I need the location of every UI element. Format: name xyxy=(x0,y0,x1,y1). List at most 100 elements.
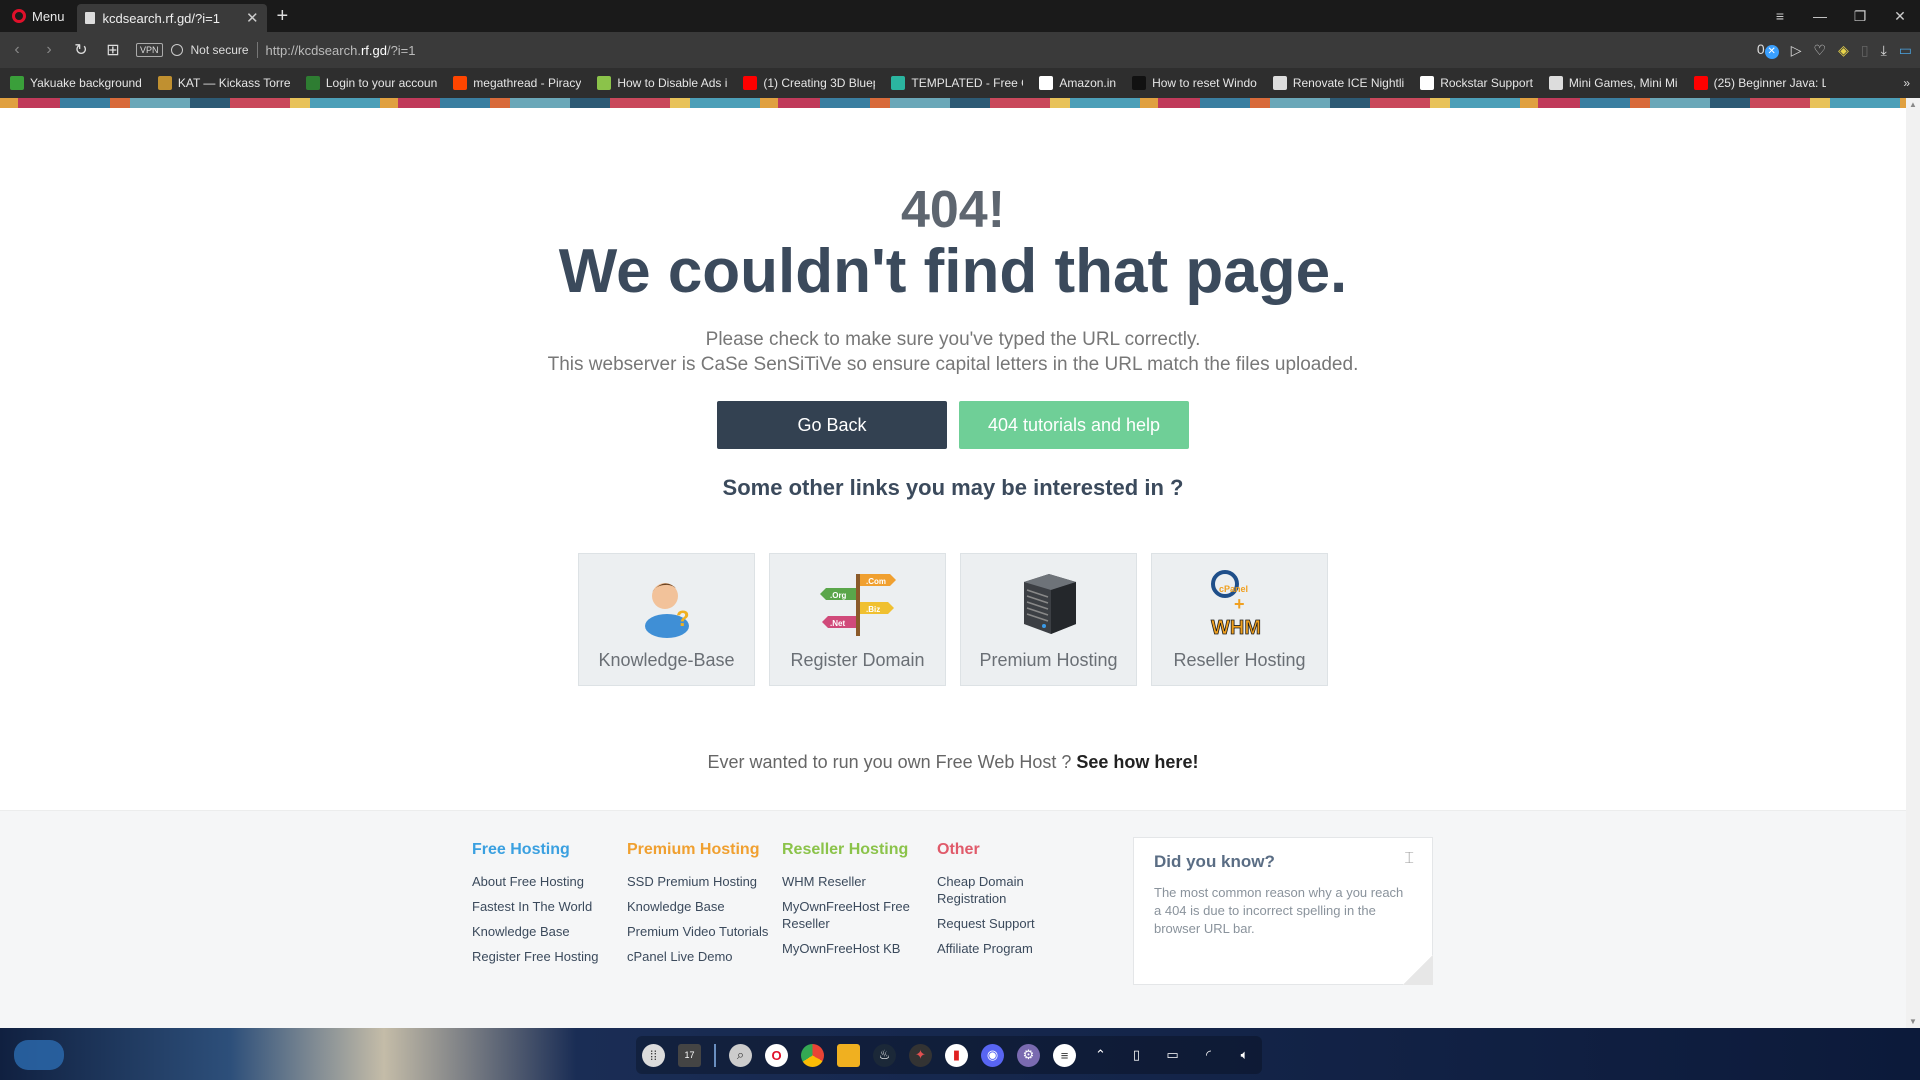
footer-link[interactable]: Request Support xyxy=(937,915,1057,932)
card-reseller-hosting[interactable]: cPanel + WHM Reseller Hosting xyxy=(1151,553,1328,687)
footer-link[interactable]: MyOwnFreeHost Free Reseller xyxy=(782,898,922,932)
footer-link[interactable]: Knowledge Base xyxy=(627,898,777,915)
apps-grid-icon[interactable]: ⁞⁞ xyxy=(642,1043,665,1067)
close-window-button[interactable]: ✕ xyxy=(1880,8,1920,25)
url-text[interactable]: http://kcdsearch.rf.gd/?i=1 xyxy=(266,43,416,58)
url-field[interactable]: VPN Not secure http://kcdsearch.rf.gd/?i… xyxy=(136,37,1743,63)
opera-icon[interactable]: O xyxy=(765,1043,788,1067)
footer-link[interactable]: Knowledge Base xyxy=(472,923,622,940)
svg-text:+: + xyxy=(1234,594,1245,614)
download-icon[interactable]: ⤓ xyxy=(1881,42,1887,59)
bookmark-favicon-icon xyxy=(453,76,468,90)
card-knowledge-base[interactable]: ? Knowledge-Base xyxy=(578,553,755,687)
security-status[interactable]: Not secure xyxy=(191,43,249,57)
footer-link[interactable]: SSD Premium Hosting xyxy=(627,873,777,890)
wifi-icon[interactable]: ◜ xyxy=(1197,1044,1220,1067)
tutorials-button[interactable]: 404 tutorials and help xyxy=(959,401,1189,450)
battery-saver-icon[interactable]: ▯ xyxy=(1125,1044,1148,1067)
back-icon[interactable]: ‹ xyxy=(8,41,26,59)
tab-menu-icon[interactable]: ≡ xyxy=(1760,8,1800,24)
scroll-up-icon[interactable]: ▲ xyxy=(1909,100,1917,109)
extension-2-icon[interactable]: ▯ xyxy=(1861,42,1869,59)
footer-link[interactable]: Premium Video Tutorials xyxy=(627,923,777,940)
footer-link[interactable]: About Free Hosting xyxy=(472,873,622,890)
footer-link[interactable]: Cheap Domain Registration xyxy=(937,873,1057,907)
forward-icon[interactable]: › xyxy=(40,41,58,59)
footer-link[interactable]: Affiliate Program xyxy=(937,940,1057,957)
search-icon[interactable]: ⌕ xyxy=(729,1043,752,1067)
bookmark-favicon-icon xyxy=(157,76,172,90)
reload-icon[interactable]: ↻ xyxy=(72,40,90,60)
games-icon[interactable]: ✦ xyxy=(909,1043,932,1067)
footer-link[interactable]: Fastest In The World xyxy=(472,898,622,915)
battery-icon[interactable]: ▭ xyxy=(1161,1044,1184,1067)
opera-menu-button[interactable]: Menu xyxy=(0,0,77,32)
bookmark-favicon-icon xyxy=(597,76,612,90)
bookmark-item[interactable]: Amazon.in xyxy=(1039,76,1116,90)
bookmark-item[interactable]: KAT — Kickass Torren xyxy=(157,76,290,90)
send-icon[interactable]: ▷ xyxy=(1791,42,1802,59)
vpn-badge[interactable]: VPN xyxy=(136,43,163,57)
heart-icon[interactable]: ♡ xyxy=(1814,42,1827,59)
volume-icon[interactable]: 🔈︎ xyxy=(1233,1044,1256,1067)
footer: Free Hosting About Free Hosting Fastest … xyxy=(0,810,1906,1028)
battery-extension-icon[interactable]: ▭ xyxy=(1899,42,1912,59)
minimize-button[interactable]: — xyxy=(1800,8,1840,24)
card-register-domain[interactable]: .Com .Org .Biz .Net Register Domain xyxy=(769,553,946,687)
footer-link[interactable]: MyOwnFreeHost KB xyxy=(782,940,922,957)
card-premium-hosting[interactable]: Premium Hosting xyxy=(960,553,1137,687)
bookmark-item[interactable]: Login to your accoun xyxy=(305,76,437,90)
bookmark-favicon-icon xyxy=(1693,76,1708,90)
chrome-icon[interactable] xyxy=(801,1043,824,1067)
bookmark-item[interactable]: Yakuake background xyxy=(10,76,142,90)
notes-icon[interactable]: ≡ xyxy=(1053,1043,1076,1067)
bookmark-item[interactable]: (1) Creating 3D Bluep xyxy=(743,76,875,90)
bookmark-favicon-icon xyxy=(10,76,24,90)
tray-up-icon[interactable]: ⌃ xyxy=(1089,1044,1112,1067)
see-how-link[interactable]: See how here! xyxy=(1076,752,1198,772)
card-label: Register Domain xyxy=(790,650,925,671)
maximize-button[interactable]: ❐ xyxy=(1840,8,1880,25)
bookmark-item[interactable]: (25) Beginner Java: Le xyxy=(1693,76,1826,90)
bookmark-item[interactable]: Mini Games, Mini Mi xyxy=(1548,76,1678,90)
calendar-icon[interactable]: 17 xyxy=(678,1043,701,1067)
opera-logo-icon xyxy=(12,9,26,23)
bookmark-item[interactable]: megathread - Piracy xyxy=(453,76,581,90)
person-help-icon: ? xyxy=(632,568,702,639)
bookmark-item[interactable]: How to reset Windo xyxy=(1132,76,1257,90)
bookmark-label: Amazon.in xyxy=(1059,76,1117,90)
footer-link[interactable]: WHM Reseller xyxy=(782,873,922,890)
page-scrollbar[interactable]: ▲ ▼ xyxy=(1906,98,1920,1028)
bookmark-item[interactable]: How to Disable Ads i xyxy=(597,76,727,90)
go-back-button[interactable]: Go Back xyxy=(717,401,947,450)
pin-icon: ⌶ xyxy=(1404,850,1414,867)
bookmark-item[interactable]: TEMPLATED - Free C xyxy=(891,76,1023,90)
adblock-counter[interactable]: 0 ✕ xyxy=(1757,41,1779,59)
svg-text:WHM: WHM xyxy=(1211,617,1261,638)
bookmark-label: Yakuake background xyxy=(30,76,142,90)
steam-icon[interactable]: ♨ xyxy=(873,1043,896,1067)
bookmark-label: How to reset Windo xyxy=(1152,76,1257,90)
bookmark-item[interactable]: Rockstar Support xyxy=(1420,76,1533,90)
close-tab-icon[interactable]: ✕ xyxy=(246,9,259,27)
speed-dial-icon[interactable]: ⊞ xyxy=(104,40,122,60)
bookmark-item[interactable]: Renovate ICE Nightli xyxy=(1272,76,1405,90)
more-bookmarks-icon[interactable]: » xyxy=(1903,76,1910,90)
active-tab[interactable]: kcdsearch.rf.gd/?i=1 ✕ xyxy=(76,4,267,32)
new-tab-button[interactable]: + xyxy=(267,5,299,28)
menu-label: Menu xyxy=(32,8,65,24)
extension-icon[interactable]: ◈ xyxy=(1838,42,1849,59)
divider xyxy=(256,42,258,58)
files-icon[interactable] xyxy=(837,1043,860,1067)
bookmark-label: KAT — Kickass Torren xyxy=(177,76,290,90)
discord-icon[interactable]: ◉ xyxy=(981,1043,1004,1067)
footer-link[interactable]: Register Free Hosting xyxy=(472,948,622,965)
bookmark-label: Renovate ICE Nightli xyxy=(1292,76,1405,90)
footer-heading: Reseller Hosting xyxy=(782,841,909,858)
delete-icon[interactable]: ▮ xyxy=(945,1043,968,1067)
tab-bar: Menu kcdsearch.rf.gd/?i=1 ✕ + ≡ — ❐ ✕ xyxy=(0,0,1920,32)
footer-link[interactable]: cPanel Live Demo xyxy=(627,948,777,965)
scroll-down-icon[interactable]: ▼ xyxy=(1909,1017,1917,1026)
bookmark-favicon-icon xyxy=(1272,76,1287,90)
settings-icon[interactable]: ⚙ xyxy=(1017,1043,1040,1067)
